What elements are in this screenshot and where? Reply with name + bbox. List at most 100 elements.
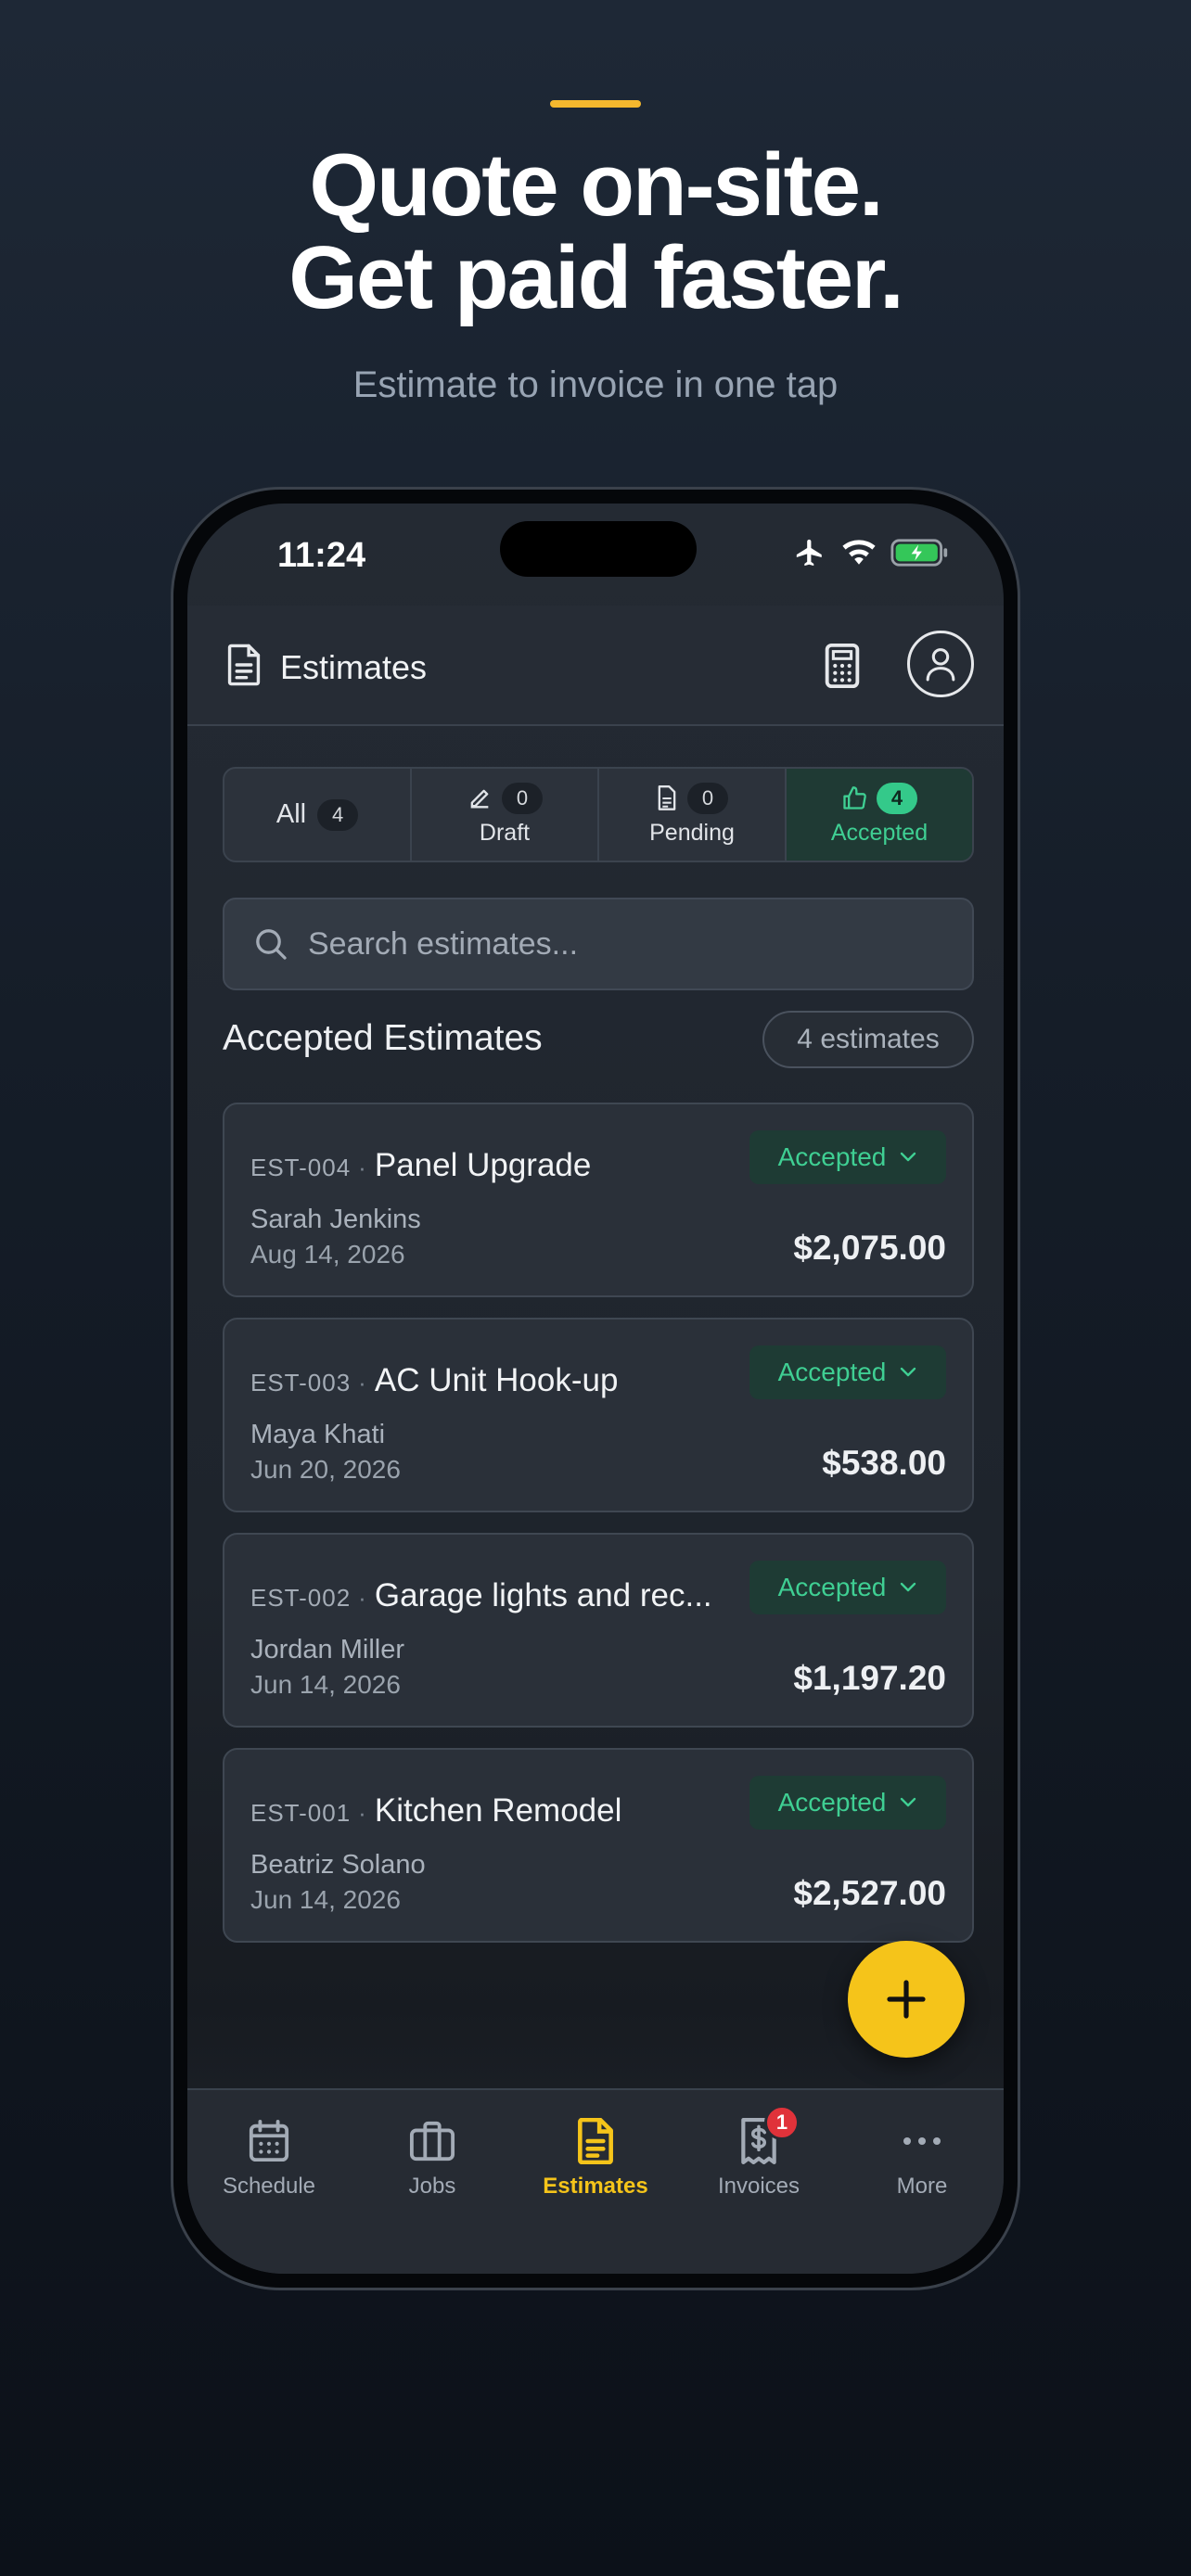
status-bar: 11:24 bbox=[187, 504, 1004, 606]
nav-label: Jobs bbox=[408, 2174, 456, 2199]
estimate-date: Jun 14, 2026 bbox=[250, 1670, 401, 1699]
status-icons bbox=[792, 537, 950, 568]
bottom-navigation: Schedule Jobs Estimates 1 Invoices More bbox=[187, 2088, 1004, 2274]
status-time: 11:24 bbox=[277, 536, 366, 575]
section-title: Accepted Estimates bbox=[223, 1018, 543, 1058]
document-icon bbox=[658, 785, 676, 810]
status-dropdown[interactable]: Accepted bbox=[749, 1130, 946, 1184]
more-icon bbox=[903, 2137, 941, 2145]
estimate-card[interactable]: EST-001 · Kitchen Remodel Accepted Beatriz… bbox=[223, 1748, 974, 1943]
estimate-job-title: Panel Upgrade bbox=[374, 1147, 592, 1183]
status-dropdown[interactable]: Accepted bbox=[749, 1345, 946, 1399]
estimate-card[interactable]: EST-002 · Garage lights and rec... Accepte… bbox=[223, 1533, 974, 1728]
estimate-card[interactable]: EST-004 · Panel Upgrade Accepted Sarah Jen… bbox=[223, 1103, 974, 1297]
estimate-client: Beatriz Solano bbox=[250, 1850, 426, 1880]
user-icon bbox=[926, 648, 955, 682]
estimate-header: EST-004 · Panel Upgrade bbox=[250, 1147, 591, 1184]
status-dropdown[interactable]: Accepted bbox=[749, 1776, 946, 1830]
headline-line-1: Quote on-site. bbox=[309, 135, 883, 235]
nav-item-invoices[interactable]: 1 Invoices bbox=[677, 2090, 840, 2274]
profile-button[interactable] bbox=[907, 631, 974, 697]
estimate-client: Maya Khati bbox=[250, 1420, 386, 1449]
status-label: Accepted bbox=[777, 1573, 887, 1601]
battery-charging-icon bbox=[890, 539, 948, 567]
tab-label: All bbox=[275, 799, 307, 829]
estimate-list: EST-004 · Panel Upgrade Accepted Sarah Jen… bbox=[223, 1103, 974, 1963]
nav-label: Invoices bbox=[717, 2174, 800, 2199]
estimate-date: Jun 14, 2026 bbox=[250, 1885, 401, 1914]
phone-screen: 11:24 Estimates All 4 0 Draft 0 Pending … bbox=[187, 504, 1004, 2274]
chevron-down-icon bbox=[901, 1152, 916, 1162]
estimate-amount: $2,075.00 bbox=[793, 1229, 946, 1267]
add-estimate-button[interactable] bbox=[848, 1941, 965, 2058]
status-label: Accepted bbox=[777, 1142, 887, 1171]
search-icon bbox=[256, 929, 287, 960]
tab-count: 4 bbox=[317, 798, 359, 831]
edit-icon bbox=[470, 789, 489, 809]
thumbs-up-icon bbox=[843, 786, 866, 810]
nav-item-estimates[interactable]: Estimates bbox=[514, 2090, 677, 2274]
estimate-client: Sarah Jenkins bbox=[250, 1205, 421, 1234]
tab-accepted[interactable]: 4 Accepted bbox=[787, 769, 972, 861]
document-icon bbox=[227, 644, 261, 686]
chevron-down-icon bbox=[901, 1797, 916, 1807]
briefcase-icon bbox=[409, 2121, 455, 2162]
marketing-headline: Quote on-site. Get paid faster. bbox=[0, 139, 1191, 325]
nav-item-more[interactable]: More bbox=[840, 2090, 1004, 2274]
marketing-subheadline: Estimate to invoice in one tap bbox=[352, 364, 839, 405]
estimate-date: Aug 14, 2026 bbox=[250, 1240, 405, 1269]
search-placeholder: Search estimates... bbox=[308, 925, 579, 962]
estimate-amount: $2,527.00 bbox=[793, 1874, 946, 1912]
calculator-icon[interactable] bbox=[824, 643, 861, 689]
dynamic-island bbox=[500, 521, 697, 577]
tab-all[interactable]: All 4 bbox=[224, 769, 412, 861]
tab-count: 0 bbox=[687, 783, 728, 814]
estimate-header: EST-002 · Garage lights and rec... bbox=[250, 1577, 712, 1614]
tab-label: Accepted bbox=[830, 820, 928, 846]
filter-tabs: All 4 0 Draft 0 Pending 4 Accepted bbox=[223, 767, 974, 862]
tab-pending[interactable]: 0 Pending bbox=[599, 769, 787, 861]
document-icon bbox=[578, 2118, 613, 2164]
estimate-number: EST-002 bbox=[250, 1584, 352, 1612]
tab-label: Draft bbox=[479, 820, 531, 846]
nav-label: Estimates bbox=[543, 2174, 648, 2199]
nav-item-schedule[interactable]: Schedule bbox=[187, 2090, 351, 2274]
headline-line-2: Get paid faster. bbox=[288, 228, 904, 327]
estimate-number: EST-001 bbox=[250, 1799, 352, 1827]
estimate-header: EST-001 · Kitchen Remodel bbox=[250, 1792, 621, 1830]
nav-label: More bbox=[896, 2174, 948, 2199]
chevron-down-icon bbox=[901, 1367, 916, 1377]
notification-badge: 1 bbox=[764, 2105, 800, 2140]
calendar-icon bbox=[249, 2120, 289, 2162]
estimate-number: EST-003 bbox=[250, 1369, 352, 1396]
app-header: Estimates bbox=[187, 606, 1004, 726]
estimate-amount: $1,197.20 bbox=[793, 1659, 946, 1697]
estimate-amount: $538.00 bbox=[822, 1444, 946, 1482]
tab-count: 4 bbox=[877, 783, 917, 814]
airplane-icon bbox=[796, 539, 822, 567]
page-title: Estimates bbox=[280, 648, 428, 686]
estimate-count-pill: 4 estimates bbox=[762, 1011, 974, 1068]
separator-dot: · bbox=[358, 1584, 367, 1612]
separator-dot: · bbox=[358, 1154, 367, 1181]
nav-label: Schedule bbox=[222, 2174, 316, 2199]
headline-accent-bar bbox=[550, 100, 641, 108]
estimate-job-title: AC Unit Hook-up bbox=[374, 1362, 619, 1398]
estimate-date: Jun 20, 2026 bbox=[250, 1455, 401, 1484]
estimate-card[interactable]: EST-003 · AC Unit Hook-up Accepted Maya Kh… bbox=[223, 1318, 974, 1512]
estimate-number: EST-004 bbox=[250, 1154, 352, 1181]
status-label: Accepted bbox=[777, 1788, 887, 1817]
nav-item-jobs[interactable]: Jobs bbox=[351, 2090, 514, 2274]
status-label: Accepted bbox=[777, 1358, 887, 1386]
tab-label: Pending bbox=[649, 820, 735, 846]
estimate-job-title: Kitchen Remodel bbox=[374, 1792, 622, 1829]
wifi-icon bbox=[842, 540, 876, 565]
separator-dot: · bbox=[358, 1369, 367, 1396]
tab-count: 0 bbox=[502, 783, 543, 814]
chevron-down-icon bbox=[901, 1582, 916, 1592]
plus-icon bbox=[887, 1980, 926, 2019]
status-dropdown[interactable]: Accepted bbox=[749, 1561, 946, 1614]
search-input[interactable]: Search estimates... bbox=[223, 898, 974, 990]
estimate-job-title: Garage lights and rec... bbox=[374, 1577, 712, 1613]
tab-draft[interactable]: 0 Draft bbox=[412, 769, 599, 861]
